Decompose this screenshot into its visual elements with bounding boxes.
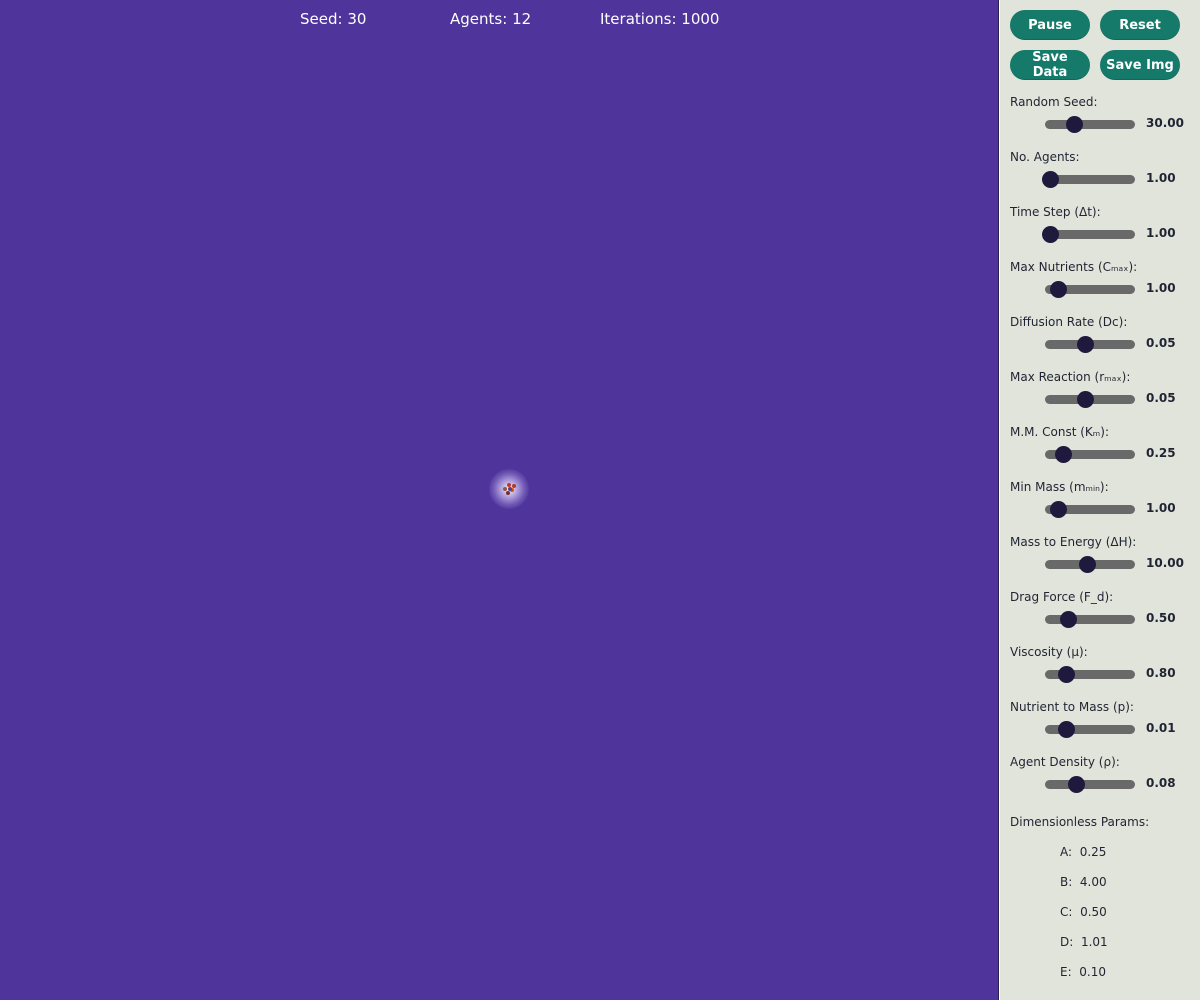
- param-label: Viscosity (μ):: [1010, 645, 1088, 659]
- slider-thumb[interactable]: [1041, 171, 1059, 188]
- param-label: Mass to Energy (ΔH):: [1010, 535, 1137, 549]
- seed-stat-value: 30: [347, 10, 367, 28]
- param-label: Diffusion Rate (Dc):: [1010, 315, 1128, 329]
- slider-thumb[interactable]: [1055, 446, 1072, 463]
- dimensionless-value: 0.25: [1079, 845, 1107, 859]
- param-value: 30.00: [1146, 116, 1184, 130]
- dimensionless-row: D: 1.01: [1060, 935, 1108, 949]
- agent: [512, 484, 516, 488]
- dimensionless-label: C:: [1060, 905, 1073, 919]
- seed-stat-label: Seed:: [300, 10, 343, 28]
- iterations-stat-label: Iterations:: [600, 10, 677, 28]
- dimensionless-row: E: 0.10: [1060, 965, 1106, 979]
- param-slider[interactable]: [1045, 336, 1135, 353]
- param-value: 10.00: [1146, 556, 1184, 570]
- param-value: 0.50: [1146, 611, 1176, 625]
- dimensionless-title: Dimensionless Params:: [1010, 815, 1150, 829]
- agent: [508, 487, 512, 491]
- save-data-button[interactable]: Save Data: [1010, 50, 1090, 80]
- param-slider[interactable]: [1045, 116, 1135, 133]
- param-slider[interactable]: [1045, 666, 1135, 683]
- param-value: 0.08: [1146, 776, 1176, 790]
- slider-thumb[interactable]: [1041, 226, 1059, 243]
- param-value: 0.80: [1146, 666, 1176, 680]
- param-slider[interactable]: [1041, 226, 1135, 243]
- pause-button[interactable]: Pause: [1010, 10, 1090, 40]
- save-img-button[interactable]: Save Img: [1100, 50, 1180, 80]
- dimensionless-row: A: 0.25: [1060, 845, 1106, 859]
- param-slider[interactable]: [1045, 501, 1135, 518]
- param-label: No. Agents:: [1010, 150, 1080, 164]
- control-panel: Pause Reset Save Data Save Img Random Se…: [1000, 0, 1200, 1000]
- param-label: Nutrient to Mass (p):: [1010, 700, 1134, 714]
- param-slider[interactable]: [1045, 776, 1135, 793]
- dimensionless-value: 0.10: [1079, 965, 1106, 979]
- slider-thumb[interactable]: [1065, 116, 1083, 133]
- param-label: M.M. Const (Kₘ):: [1010, 425, 1109, 439]
- reset-button[interactable]: Reset: [1100, 10, 1180, 40]
- param-slider[interactable]: [1045, 391, 1135, 408]
- dimensionless-row: B: 4.00: [1060, 875, 1107, 889]
- simulation-canvas[interactable]: Seed: 30 Agents: 12 Iterations: 1000: [0, 0, 999, 1000]
- dimensionless-label: E:: [1060, 965, 1072, 979]
- param-label: Min Mass (mₘᵢₙ):: [1010, 480, 1109, 494]
- dimensionless-row: C: 0.50: [1060, 905, 1107, 919]
- param-slider[interactable]: [1045, 556, 1135, 573]
- dimensionless-value: 4.00: [1079, 875, 1107, 889]
- agents-stat-value: 12: [512, 10, 532, 28]
- param-slider[interactable]: [1045, 281, 1135, 298]
- param-label: Time Step (Δt):: [1010, 205, 1101, 219]
- param-value: 0.05: [1146, 336, 1176, 350]
- dimensionless-value: 1.01: [1080, 935, 1108, 949]
- param-value: 0.25: [1146, 446, 1176, 460]
- param-value: 0.01: [1146, 721, 1176, 735]
- slider-thumb[interactable]: [1059, 611, 1077, 628]
- param-label: Drag Force (F_d):: [1010, 590, 1114, 604]
- param-label: Random Seed:: [1010, 95, 1098, 109]
- param-value: 1.00: [1146, 226, 1176, 240]
- param-slider[interactable]: [1045, 446, 1135, 463]
- agents-stat: Agents: 12: [450, 10, 531, 28]
- dimensionless-value: 0.50: [1080, 905, 1107, 919]
- app-root: Seed: 30 Agents: 12 Iterations: 1000 Pau…: [0, 0, 1200, 1000]
- slider-thumb[interactable]: [1049, 281, 1067, 298]
- param-slider[interactable]: [1045, 611, 1135, 628]
- dimensionless-label: B:: [1060, 875, 1073, 889]
- param-label: Max Nutrients (Cₘₐₓ):: [1010, 260, 1138, 274]
- param-label: Max Reaction (rₘₐₓ):: [1010, 370, 1131, 384]
- slider-thumb[interactable]: [1057, 721, 1075, 738]
- slider-thumb[interactable]: [1057, 666, 1075, 683]
- dimensionless-label: A:: [1060, 845, 1073, 859]
- agent-cluster: [501, 481, 517, 497]
- param-label: Agent Density (ρ):: [1010, 755, 1120, 769]
- slider-thumb[interactable]: [1079, 556, 1097, 573]
- param-value: 0.05: [1146, 391, 1176, 405]
- slider-thumb[interactable]: [1067, 776, 1085, 793]
- param-value: 1.00: [1146, 281, 1176, 295]
- dimensionless-label: D:: [1060, 935, 1074, 949]
- param-value: 1.00: [1146, 171, 1176, 185]
- agent: [506, 491, 510, 495]
- param-slider[interactable]: [1041, 171, 1135, 188]
- slider-thumb[interactable]: [1076, 336, 1094, 353]
- agents-stat-label: Agents:: [450, 10, 508, 28]
- param-value: 1.00: [1146, 501, 1176, 515]
- slider-thumb[interactable]: [1076, 391, 1094, 408]
- slider-thumb[interactable]: [1049, 501, 1067, 518]
- param-slider[interactable]: [1045, 721, 1135, 738]
- iterations-stat: Iterations: 1000: [600, 10, 719, 28]
- iterations-stat-value: 1000: [681, 10, 720, 28]
- seed-stat: Seed: 30: [300, 10, 366, 28]
